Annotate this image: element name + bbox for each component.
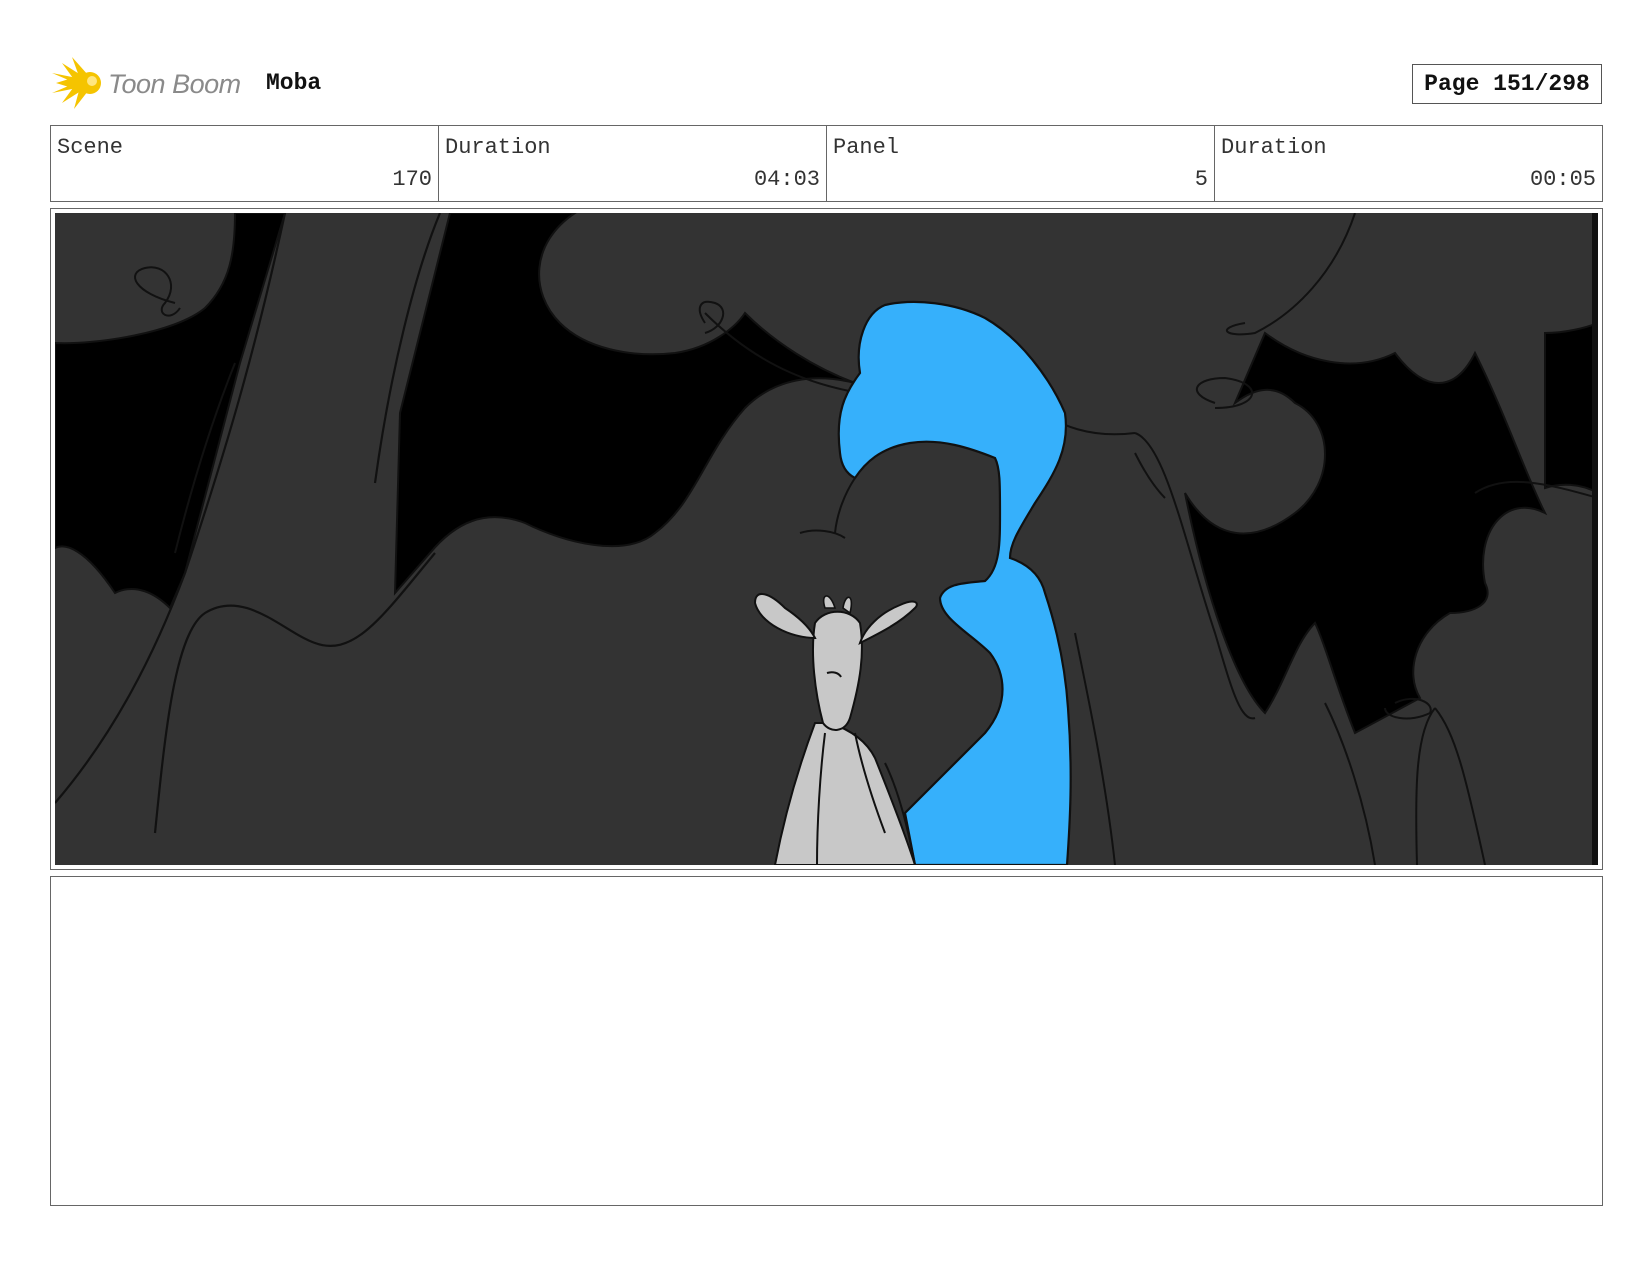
page-indicator: Page 151/298 xyxy=(1412,64,1602,104)
page-number: Page 151/298 xyxy=(1424,71,1590,97)
panel-duration-cell: Duration 00:05 xyxy=(1215,126,1602,201)
storyboard-drawing xyxy=(55,213,1598,865)
panel-cell: Panel 5 xyxy=(827,126,1215,201)
scene-label: Scene xyxy=(57,135,124,160)
panel-duration-value: 00:05 xyxy=(1529,167,1596,192)
scene-duration-cell: Duration 04:03 xyxy=(439,126,827,201)
panel-notes-box xyxy=(50,876,1603,1206)
toon-boom-logo: Toon Boom xyxy=(52,57,262,109)
scene-value: 170 xyxy=(392,167,432,192)
scene-duration-label: Duration xyxy=(445,135,551,160)
sky-gap-far-right xyxy=(1544,321,1598,495)
project-name: Moba xyxy=(266,70,322,96)
scene-duration-value: 04:03 xyxy=(753,167,820,192)
scene-cell: Scene 170 xyxy=(51,126,439,201)
starburst-logo-icon xyxy=(52,57,101,109)
panel-label: Panel xyxy=(833,135,900,160)
logo-text: Toon Boom xyxy=(108,69,241,99)
storyboard-panel-frame xyxy=(50,208,1603,870)
panel-duration-label: Duration xyxy=(1221,135,1327,160)
scene-info-table: Scene 170 Duration 04:03 Panel 5 Duratio… xyxy=(50,125,1603,202)
panel-value: 5 xyxy=(1194,167,1208,192)
